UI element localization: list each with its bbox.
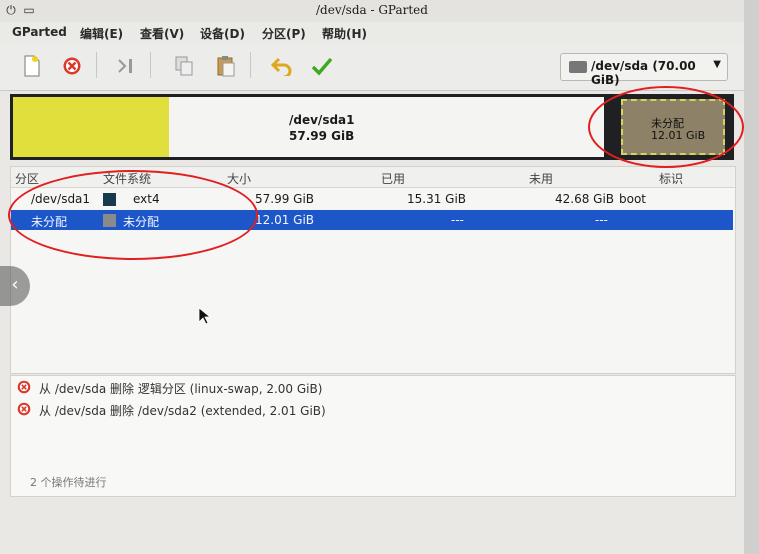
disk-map-partition-size: 57.99 GiB bbox=[289, 129, 355, 143]
cell-partition: 未分配 bbox=[31, 215, 68, 229]
cell-unused: --- bbox=[595, 213, 608, 227]
toolbar-separator bbox=[150, 52, 151, 78]
column-header-unused[interactable]: 未用 bbox=[529, 170, 553, 187]
cell-filesystem: 未分配 bbox=[123, 215, 160, 229]
filesystem-color-swatch bbox=[103, 193, 116, 206]
menu-view[interactable]: 查看(V) bbox=[140, 25, 184, 42]
toolbar-separator bbox=[250, 52, 251, 78]
column-header-flags[interactable]: 标识 bbox=[659, 170, 683, 187]
mouse-pointer-icon bbox=[198, 307, 212, 325]
device-label: /dev/sda (70.00 GiB) bbox=[591, 59, 696, 87]
cell-filesystem: ext4 bbox=[133, 192, 160, 206]
menu-device[interactable]: 设备(D) bbox=[200, 25, 245, 42]
harddisk-icon bbox=[569, 61, 587, 73]
cell-size: 57.99 GiB bbox=[255, 192, 315, 206]
disk-map-partition-name: /dev/sda1 bbox=[289, 113, 355, 127]
status-bar: 2 个操作待进行 bbox=[10, 470, 734, 492]
toolbar-separator bbox=[96, 52, 97, 78]
disk-map: /dev/sda1 57.99 GiB 未分配 12.01 GiB bbox=[10, 94, 734, 160]
menu-help[interactable]: 帮助(H) bbox=[322, 25, 367, 42]
column-header-filesystem[interactable]: 文件系统 bbox=[103, 170, 151, 187]
chevron-down-icon: ▼ bbox=[713, 59, 721, 70]
partition-table: 分区 文件系统 大小 已用 未用 标识 /dev/sda1 ext4 57.99… bbox=[10, 166, 736, 374]
undo-icon[interactable] bbox=[268, 52, 296, 80]
menu-edit[interactable]: 编辑(E) bbox=[80, 25, 123, 42]
cell-size: 12.01 GiB bbox=[255, 213, 315, 227]
disk-map-partition-sda1[interactable]: /dev/sda1 57.99 GiB bbox=[13, 97, 604, 157]
resize-icon[interactable] bbox=[112, 52, 140, 80]
menu-partition[interactable]: 分区(P) bbox=[262, 25, 306, 42]
window-title: /dev/sda - GParted bbox=[316, 3, 428, 17]
table-header: 分区 文件系统 大小 已用 未用 标识 bbox=[11, 167, 735, 188]
menu-gparted[interactable]: GParted bbox=[12, 25, 67, 39]
cell-unused: 42.68 GiB bbox=[555, 192, 615, 206]
toolbar: /dev/sda (70.00 GiB) ▼ bbox=[0, 44, 744, 91]
delete-icon bbox=[17, 380, 31, 394]
disk-map-unallocated[interactable]: 未分配 12.01 GiB bbox=[621, 99, 725, 155]
title-bar: ⏻ ▭ /dev/sda - GParted bbox=[0, 0, 744, 23]
filesystem-color-swatch bbox=[103, 214, 116, 227]
disk-map-unallocated-size: 12.01 GiB bbox=[651, 129, 706, 142]
delete-icon bbox=[17, 402, 31, 416]
pending-operations-count: 2 个操作待进行 bbox=[30, 476, 107, 489]
column-header-size[interactable]: 大小 bbox=[227, 170, 251, 187]
table-row[interactable]: /dev/sda1 ext4 57.99 GiB 15.31 GiB 42.68… bbox=[11, 189, 733, 209]
gparted-window: ⏻ ▭ /dev/sda - GParted GParted 编辑(E) 查看(… bbox=[0, 0, 744, 554]
table-row-selected[interactable]: 未分配 未分配 12.01 GiB --- --- bbox=[11, 210, 733, 230]
log-text: 从 /dev/sda 删除 /dev/sda2 (extended, 2.01 … bbox=[39, 404, 326, 418]
new-icon[interactable] bbox=[18, 52, 46, 80]
column-header-used[interactable]: 已用 bbox=[381, 170, 405, 187]
device-selector[interactable]: /dev/sda (70.00 GiB) ▼ bbox=[560, 53, 728, 87]
column-header-partition[interactable]: 分区 bbox=[15, 170, 39, 187]
cell-partition: /dev/sda1 bbox=[31, 192, 91, 206]
log-text: 从 /dev/sda 删除 逻辑分区 (linux-swap, 2.00 GiB… bbox=[39, 382, 323, 396]
used-space-fill bbox=[13, 97, 170, 157]
paste-icon[interactable] bbox=[212, 52, 240, 80]
cell-used: --- bbox=[451, 213, 464, 227]
copy-icon[interactable] bbox=[170, 52, 198, 80]
delete-icon[interactable] bbox=[58, 52, 86, 80]
cell-used: 15.31 GiB bbox=[407, 192, 467, 206]
apply-icon[interactable] bbox=[308, 52, 336, 80]
cell-flags: boot bbox=[619, 192, 647, 206]
menu-bar: GParted 编辑(E) 查看(V) 设备(D) 分区(P) 帮助(H) bbox=[0, 22, 744, 44]
